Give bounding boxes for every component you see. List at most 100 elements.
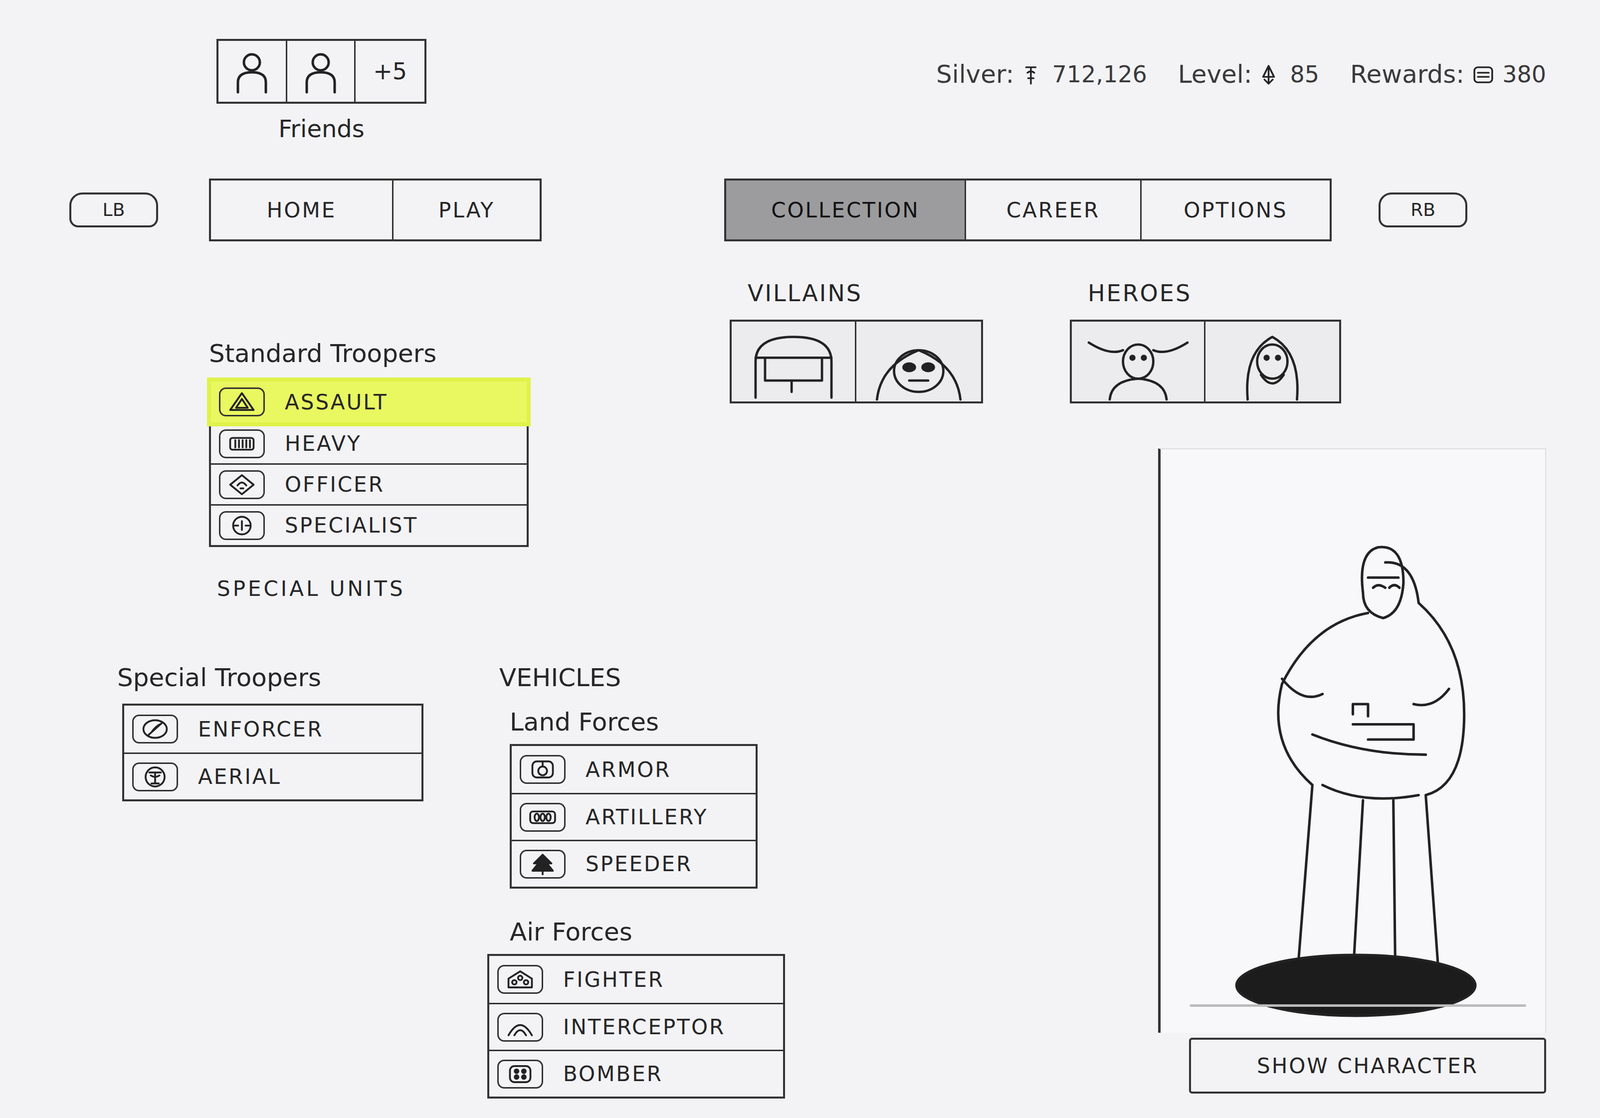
section-title: Air Forces [509, 913, 786, 952]
tab-group: HOMEPLAY [208, 178, 542, 242]
stat: Silver:712,126 [936, 55, 1148, 94]
stat-value: 380 [1502, 57, 1547, 92]
stat: Level: 85 [1178, 55, 1320, 94]
rewards-icon [1472, 62, 1495, 88]
tab[interactable]: OPTIONS [1141, 180, 1330, 240]
icon-frame [218, 429, 265, 459]
icon-frame [497, 1059, 544, 1089]
tab[interactable]: COLLECTION [726, 180, 967, 240]
more-friends-count[interactable]: +5 [355, 40, 425, 102]
class-item[interactable]: HEAVY [210, 422, 527, 464]
heavy-icon [226, 432, 257, 455]
lb-button[interactable]: LB [69, 192, 159, 228]
class-list: ARMOR ARTILLERY SPEEDER [509, 744, 758, 889]
stat-label: Rewards: [1350, 55, 1465, 94]
group-label: VILLAINS [747, 276, 984, 311]
class-label: AERIAL [188, 761, 414, 793]
character-groups: VILLAINS HEROES [720, 276, 1547, 404]
tab-group: COLLECTIONCAREEROPTIONS [724, 178, 1332, 242]
officer-icon [226, 473, 257, 496]
icon-frame [519, 802, 566, 832]
portrait-row [1069, 319, 1342, 404]
class-list: ENFORCER AERIAL [122, 703, 424, 802]
artillery-icon [527, 806, 558, 829]
show-character-button[interactable]: SHOW CHARACTER [1189, 1037, 1547, 1094]
collection-column: VILLAINS HEROES SHOW CHARACTER [720, 276, 1600, 1099]
top-bar: +5 Friends Silver:712,126 Level: 85 Rewards:… [0, 0, 1600, 147]
specialist-icon [226, 514, 257, 537]
content: Standard TroopersASSAULTHEAVYOFFICERSPEC… [0, 276, 1600, 1099]
stats-bar: Silver:712,126 Level: 85 Rewards: 380 [916, 55, 1547, 94]
icon-frame [132, 714, 179, 744]
class-label: ASSAULT [274, 386, 519, 418]
stat-label: Level: [1178, 55, 1253, 94]
alien-portrait-icon [861, 323, 977, 402]
class-item[interactable]: AERIAL [124, 752, 422, 800]
class-label: HEAVY [274, 427, 519, 460]
character-group: VILLAINS [729, 276, 984, 404]
level-icon [1260, 62, 1283, 88]
character-portrait[interactable] [731, 321, 857, 402]
friends-label: Friends [216, 110, 427, 147]
section-title: VEHICLES [499, 659, 786, 697]
class-label: OFFICER [274, 468, 519, 501]
class-list: ASSAULT HEAVY OFFICERSPECIALIST [208, 379, 529, 548]
speeder-icon [527, 853, 558, 876]
rb-button[interactable]: RB [1378, 192, 1468, 228]
icon-frame [218, 470, 265, 500]
section-title: Special Troopers [117, 659, 424, 697]
class-item[interactable]: SPEEDER [511, 839, 756, 887]
character-group: HEROES [1069, 276, 1342, 404]
stat-value: 85 [1290, 57, 1320, 92]
tab[interactable]: CAREER [966, 180, 1142, 240]
icon-frame [218, 387, 265, 417]
portrait-row [729, 319, 984, 404]
armor-icon [527, 758, 558, 781]
special-troopers: Special Troopers ENFORCER AERIAL [117, 659, 424, 1099]
tab[interactable]: HOME [210, 180, 394, 240]
character-portrait[interactable] [1205, 321, 1340, 402]
icon-frame [497, 965, 544, 995]
group-label: HEROES [1087, 276, 1342, 311]
stat: Rewards: 380 [1350, 55, 1547, 94]
friends-box: +5 [216, 38, 427, 104]
friend-avatar[interactable] [287, 40, 357, 102]
class-item[interactable]: BOMBER [489, 1049, 784, 1097]
collection-screen: +5 Friends Silver:712,126 Level: 85 Rewards:… [0, 0, 1600, 1118]
class-label: ENFORCER [188, 713, 414, 746]
assault-icon [226, 391, 257, 413]
class-item[interactable]: FIGHTER [489, 956, 784, 1003]
icon-frame [497, 1012, 544, 1042]
class-label: INTERCEPTOR [553, 1011, 776, 1043]
class-column: Standard TroopersASSAULTHEAVYOFFICERSPEC… [0, 276, 721, 1099]
class-item[interactable]: ENFORCER [124, 705, 422, 753]
friends-area: +5 Friends [216, 38, 427, 147]
horned-hero-portrait-icon [1080, 323, 1196, 402]
section-title: Standard Troopers [208, 335, 721, 373]
stat-label: Silver: [936, 55, 1014, 94]
class-item[interactable]: SPECIALIST [210, 504, 527, 546]
icon-frame [218, 511, 265, 541]
interceptor-icon [505, 1016, 536, 1039]
person-icon [231, 46, 272, 97]
class-label: BOMBER [553, 1058, 776, 1090]
nav-bar: LB HOMEPLAY COLLECTIONCAREEROPTIONS RB [0, 178, 1600, 242]
class-item[interactable]: INTERCEPTOR [489, 1002, 784, 1050]
class-label: ARTILLERY [575, 801, 748, 833]
character-portrait[interactable] [1071, 321, 1206, 402]
friend-avatar[interactable] [218, 40, 288, 102]
class-item[interactable]: ARMOR [511, 746, 756, 794]
class-item[interactable]: ARTILLERY [511, 793, 756, 840]
character-portrait[interactable] [856, 321, 982, 402]
section-title: SPECIAL UNITS [216, 573, 721, 605]
helmet-portrait-icon [736, 323, 851, 402]
icon-frame [519, 849, 566, 879]
class-item[interactable]: OFFICER [210, 463, 527, 505]
section-title: Land Forces [509, 703, 786, 742]
vehicles: VEHICLES Land Forces ARMOR ARTILLERY SPEEDER… [487, 659, 786, 1099]
class-label: ARMOR [575, 754, 748, 786]
icon-frame [132, 762, 179, 792]
icon-frame [519, 755, 566, 785]
tab[interactable]: PLAY [393, 180, 540, 240]
class-item[interactable]: ASSAULT [210, 381, 527, 423]
